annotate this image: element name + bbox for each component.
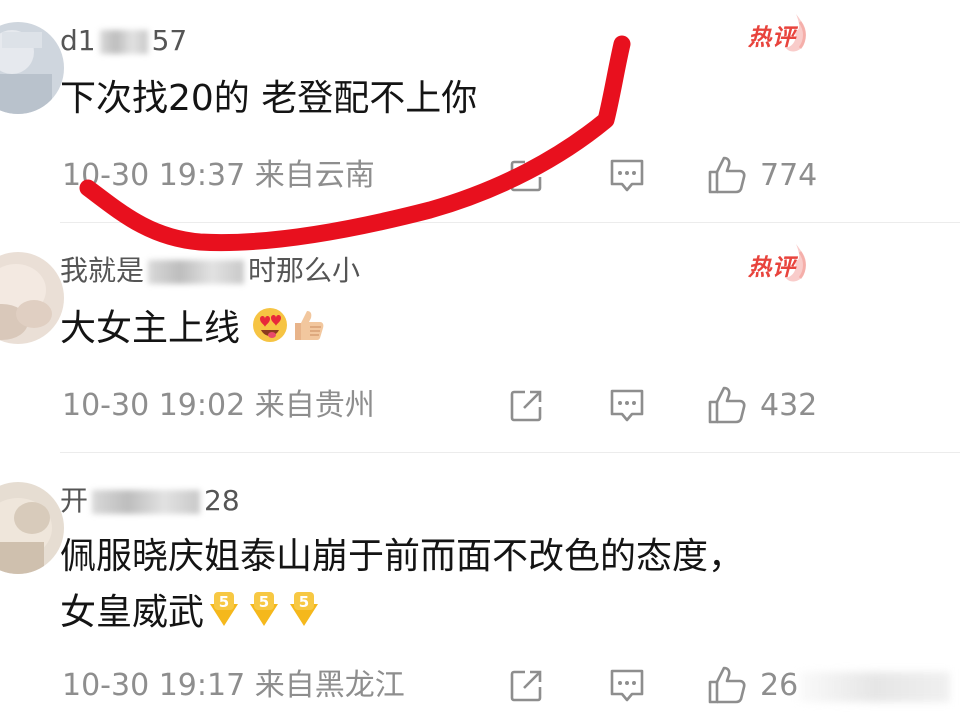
comment-text-content: 大女主上线: [60, 308, 241, 349]
share-button[interactable]: [508, 388, 544, 424]
comment-button[interactable]: [608, 386, 646, 424]
comment-icon: [610, 669, 644, 702]
svg-text:5: 5: [219, 593, 229, 611]
like-count: 432: [760, 387, 818, 423]
heart-eyes-emoji: [251, 306, 289, 358]
share-icon: [510, 670, 542, 702]
comment-meta: 10-30 19:02 来自贵州: [62, 388, 375, 423]
blurred-username: [99, 30, 148, 54]
gold-five-emoji: 5: [284, 590, 324, 642]
thumbs-up-icon: [708, 666, 746, 704]
avatar[interactable]: [0, 482, 64, 574]
divider: [60, 222, 960, 223]
like-count: 774: [760, 157, 818, 193]
like-button[interactable]: 26: [706, 664, 798, 706]
username[interactable]: d1 57: [60, 24, 187, 58]
comment-meta: 10-30 19:17 来自黑龙江: [62, 668, 405, 703]
comment-button[interactable]: [608, 666, 646, 704]
comment-text: 大女主上线: [60, 304, 327, 358]
username-text: 28: [204, 484, 240, 517]
comment-text: 女皇威武 5 5 5: [60, 588, 324, 642]
like-button[interactable]: 774: [706, 154, 817, 196]
blurred-watermark: [800, 672, 950, 702]
svg-text:5: 5: [259, 593, 269, 611]
blurred-username: [148, 260, 245, 284]
gold-five-emoji: 5: [244, 590, 284, 642]
thumbs-up-icon: [708, 156, 746, 194]
username[interactable]: 开 28: [60, 484, 240, 518]
like-button[interactable]: 432: [706, 384, 817, 426]
username-text: d1: [60, 24, 96, 57]
avatar[interactable]: [0, 252, 64, 344]
avatar[interactable]: [0, 22, 64, 114]
username-text: 57: [151, 24, 188, 57]
comment-text-content: 女皇威武: [60, 592, 205, 633]
hot-label: 热评: [748, 25, 796, 51]
like-count: 26: [760, 667, 799, 703]
comment-text: 佩服晓庆姐泰山崩于前而面不改色的态度，: [60, 532, 744, 582]
comment-meta: 10-30 19:37 来自云南: [62, 158, 375, 193]
thumbs-up-emoji: [289, 306, 327, 358]
comment-text-content: 下次找20的 老登配不上你: [60, 78, 478, 119]
username-text: 时那么小: [248, 254, 361, 287]
hot-comment-badge: 热评: [748, 12, 814, 56]
comment-text: 下次找20的 老登配不上你: [60, 74, 477, 124]
share-button[interactable]: [508, 668, 544, 704]
comment-icon: [610, 159, 644, 192]
hot-comment-badge: 热评: [748, 242, 814, 286]
gold-five-emoji: 5: [204, 590, 244, 642]
comment-icon: [610, 389, 644, 422]
svg-text:5: 5: [299, 593, 309, 611]
username-text: 我就是: [60, 254, 145, 287]
blurred-username: [92, 490, 201, 514]
username-text: 开: [60, 484, 89, 517]
share-icon: [510, 390, 542, 422]
comment-button[interactable]: [608, 156, 646, 194]
divider: [60, 452, 960, 453]
comment-text-content: 佩服晓庆姐泰山崩于前而面不改色的态度，: [60, 536, 745, 577]
username[interactable]: 我就是 时那么小: [60, 254, 360, 288]
share-icon: [510, 160, 542, 192]
thumbs-up-icon: [708, 386, 746, 424]
share-button[interactable]: [508, 158, 544, 194]
hot-label: 热评: [748, 255, 796, 281]
